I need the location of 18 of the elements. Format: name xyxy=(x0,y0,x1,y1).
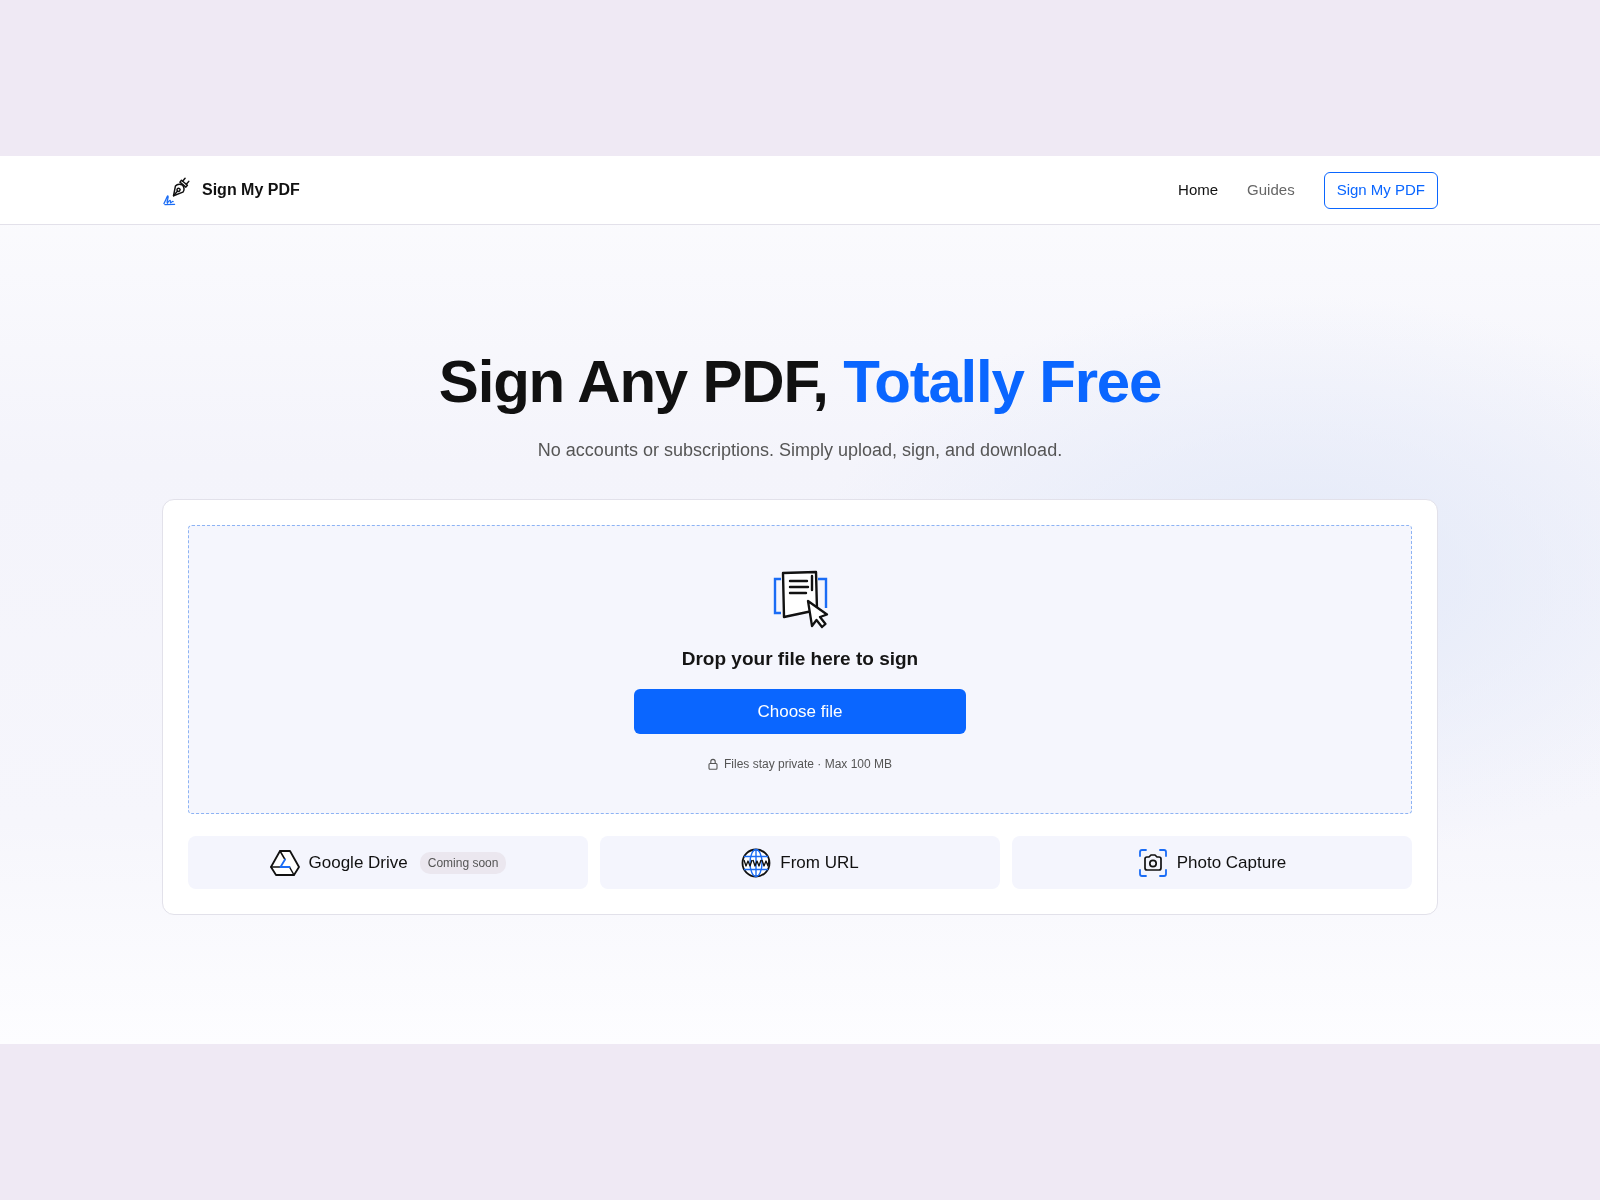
google-drive-icon xyxy=(269,847,300,878)
status-badge: Coming soon xyxy=(419,851,507,874)
source-option[interactable]: Photo Capture xyxy=(1012,836,1412,889)
drop-prompt: Drop your file here to sign xyxy=(681,647,919,671)
hero-subtitle: No accounts or subscriptions. Simply upload, sign, and download. xyxy=(536,439,1064,462)
drop-zone[interactable]: Drop your file here to sign Choose file Files stay private · Max 100 MB xyxy=(188,525,1412,814)
nav-link[interactable]: Home xyxy=(1178,178,1219,202)
choose-file-button[interactable]: Choose file xyxy=(634,689,966,734)
camera-icon xyxy=(1137,847,1168,878)
source-option[interactable]: Google Drive Coming soon xyxy=(188,836,588,889)
nav-link[interactable]: Guides xyxy=(1247,178,1295,202)
lock-icon xyxy=(707,758,718,770)
source-option[interactable]: From URL xyxy=(600,836,1000,889)
hero-heading: Sign Any PDF, Totally Free xyxy=(437,347,1163,417)
brand-link[interactable]: Sign My PDF xyxy=(162,174,300,206)
privacy-note: Files stay private · Max 100 MB xyxy=(723,756,893,773)
sign-button[interactable]: Sign My PDF xyxy=(1323,171,1438,209)
globe-icon xyxy=(741,847,772,878)
